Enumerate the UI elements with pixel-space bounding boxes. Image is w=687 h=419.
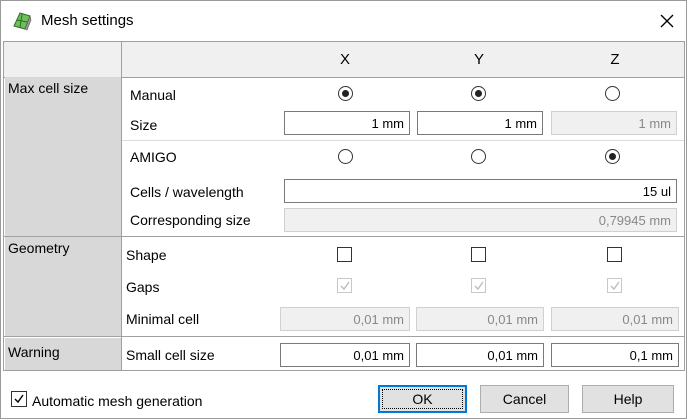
size-x-value: 1 mm bbox=[371, 116, 405, 131]
size-y-field[interactable]: 1 mm bbox=[417, 111, 543, 135]
minimal-cell-y-value: 0,01 mm bbox=[487, 312, 538, 327]
amigo-x-radio[interactable] bbox=[338, 149, 353, 164]
title-bar: Mesh settings bbox=[1, 1, 686, 41]
minimal-cell-y-field: 0,01 mm bbox=[416, 307, 544, 331]
group-max-cell-size: Max cell size bbox=[5, 77, 121, 236]
corresponding-size-field: 0,79945 mm bbox=[284, 208, 677, 232]
row-label-minimal-cell: Minimal cell bbox=[126, 311, 200, 327]
corresponding-size-value: 0,79945 mm bbox=[598, 213, 671, 228]
grid-left-border bbox=[3, 41, 4, 371]
manual-y-radio[interactable] bbox=[471, 86, 486, 101]
row-label-gaps: Gaps bbox=[126, 279, 160, 295]
row-label-cells-per-wavelength: Cells / wavelength bbox=[130, 184, 244, 200]
checkmark-icon bbox=[610, 281, 620, 291]
row-divider bbox=[122, 140, 684, 141]
minimal-cell-z-field: 0,01 mm bbox=[551, 307, 679, 331]
small-cell-size-x-field[interactable]: 0,01 mm bbox=[280, 343, 410, 367]
group-label-max-cell-size: Max cell size bbox=[8, 80, 89, 96]
checkmark-icon bbox=[474, 281, 484, 291]
cancel-button[interactable]: Cancel bbox=[480, 385, 569, 413]
size-x-field[interactable]: 1 mm bbox=[284, 111, 410, 135]
ok-button[interactable]: OK bbox=[378, 385, 467, 413]
small-cell-size-z-field[interactable]: 0,1 mm bbox=[551, 343, 679, 367]
amigo-z-radio[interactable] bbox=[605, 149, 620, 164]
size-z-field: 1 mm bbox=[551, 111, 677, 135]
group-label-warning: Warning bbox=[8, 344, 60, 360]
amigo-y-radio[interactable] bbox=[471, 149, 486, 164]
automatic-mesh-generation-checkbox[interactable] bbox=[11, 391, 27, 407]
manual-x-radio[interactable] bbox=[338, 86, 353, 101]
column-header-z: Z bbox=[610, 51, 620, 68]
small-cell-size-x-value: 0,01 mm bbox=[353, 348, 404, 363]
column-header-x: X bbox=[339, 51, 350, 68]
close-button[interactable] bbox=[649, 5, 685, 37]
group-label-geometry: Geometry bbox=[8, 240, 70, 256]
mesh-settings-dialog: Mesh settings X Y Z Max cell size Geomet… bbox=[0, 0, 687, 419]
close-icon bbox=[660, 14, 674, 28]
gaps-x-checkbox bbox=[337, 278, 352, 293]
group-divider bbox=[3, 336, 684, 337]
gaps-y-checkbox bbox=[471, 278, 486, 293]
help-button[interactable]: Help bbox=[582, 385, 674, 413]
small-cell-size-y-field[interactable]: 0,01 mm bbox=[416, 343, 544, 367]
window-title: Mesh settings bbox=[41, 12, 134, 29]
automatic-mesh-generation-label[interactable]: Automatic mesh generation bbox=[32, 393, 202, 409]
mesh-app-icon bbox=[11, 10, 33, 32]
small-cell-size-y-value: 0,01 mm bbox=[487, 348, 538, 363]
label-column-divider bbox=[121, 41, 122, 371]
grid-right-border bbox=[684, 41, 685, 371]
minimal-cell-x-value: 0,01 mm bbox=[353, 312, 404, 327]
group-warning: Warning bbox=[5, 338, 121, 370]
cells-per-wavelength-value: 15 ul bbox=[642, 184, 671, 199]
group-divider bbox=[3, 236, 684, 237]
group-geometry: Geometry bbox=[5, 237, 121, 336]
row-label-manual: Manual bbox=[130, 87, 176, 103]
cells-per-wavelength-field[interactable]: 15 ul bbox=[284, 179, 677, 203]
minimal-cell-z-value: 0,01 mm bbox=[622, 312, 673, 327]
grid-top-border bbox=[3, 41, 684, 42]
row-label-corresponding-size: Corresponding size bbox=[130, 212, 251, 228]
shape-y-checkbox[interactable] bbox=[471, 247, 486, 262]
row-label-size: Size bbox=[130, 117, 158, 133]
gaps-z-checkbox bbox=[607, 278, 622, 293]
row-label-amigo: AMIGO bbox=[130, 149, 177, 165]
checkmark-icon bbox=[340, 281, 350, 291]
minimal-cell-x-field: 0,01 mm bbox=[280, 307, 410, 331]
shape-z-checkbox[interactable] bbox=[607, 247, 622, 262]
manual-z-radio[interactable] bbox=[605, 86, 620, 101]
size-y-value: 1 mm bbox=[504, 116, 538, 131]
shape-x-checkbox[interactable] bbox=[337, 247, 352, 262]
column-header-y: Y bbox=[473, 51, 484, 68]
mesh-settings-grid: X Y Z Max cell size Geometry Warning Man… bbox=[1, 41, 686, 371]
checkmark-icon bbox=[14, 394, 24, 404]
size-z-value: 1 mm bbox=[638, 116, 672, 131]
grid-bottom-border bbox=[3, 370, 684, 371]
small-cell-size-z-value: 0,1 mm bbox=[629, 348, 673, 363]
row-label-small-cell-size: Small cell size bbox=[126, 347, 215, 363]
row-label-shape: Shape bbox=[126, 247, 167, 263]
